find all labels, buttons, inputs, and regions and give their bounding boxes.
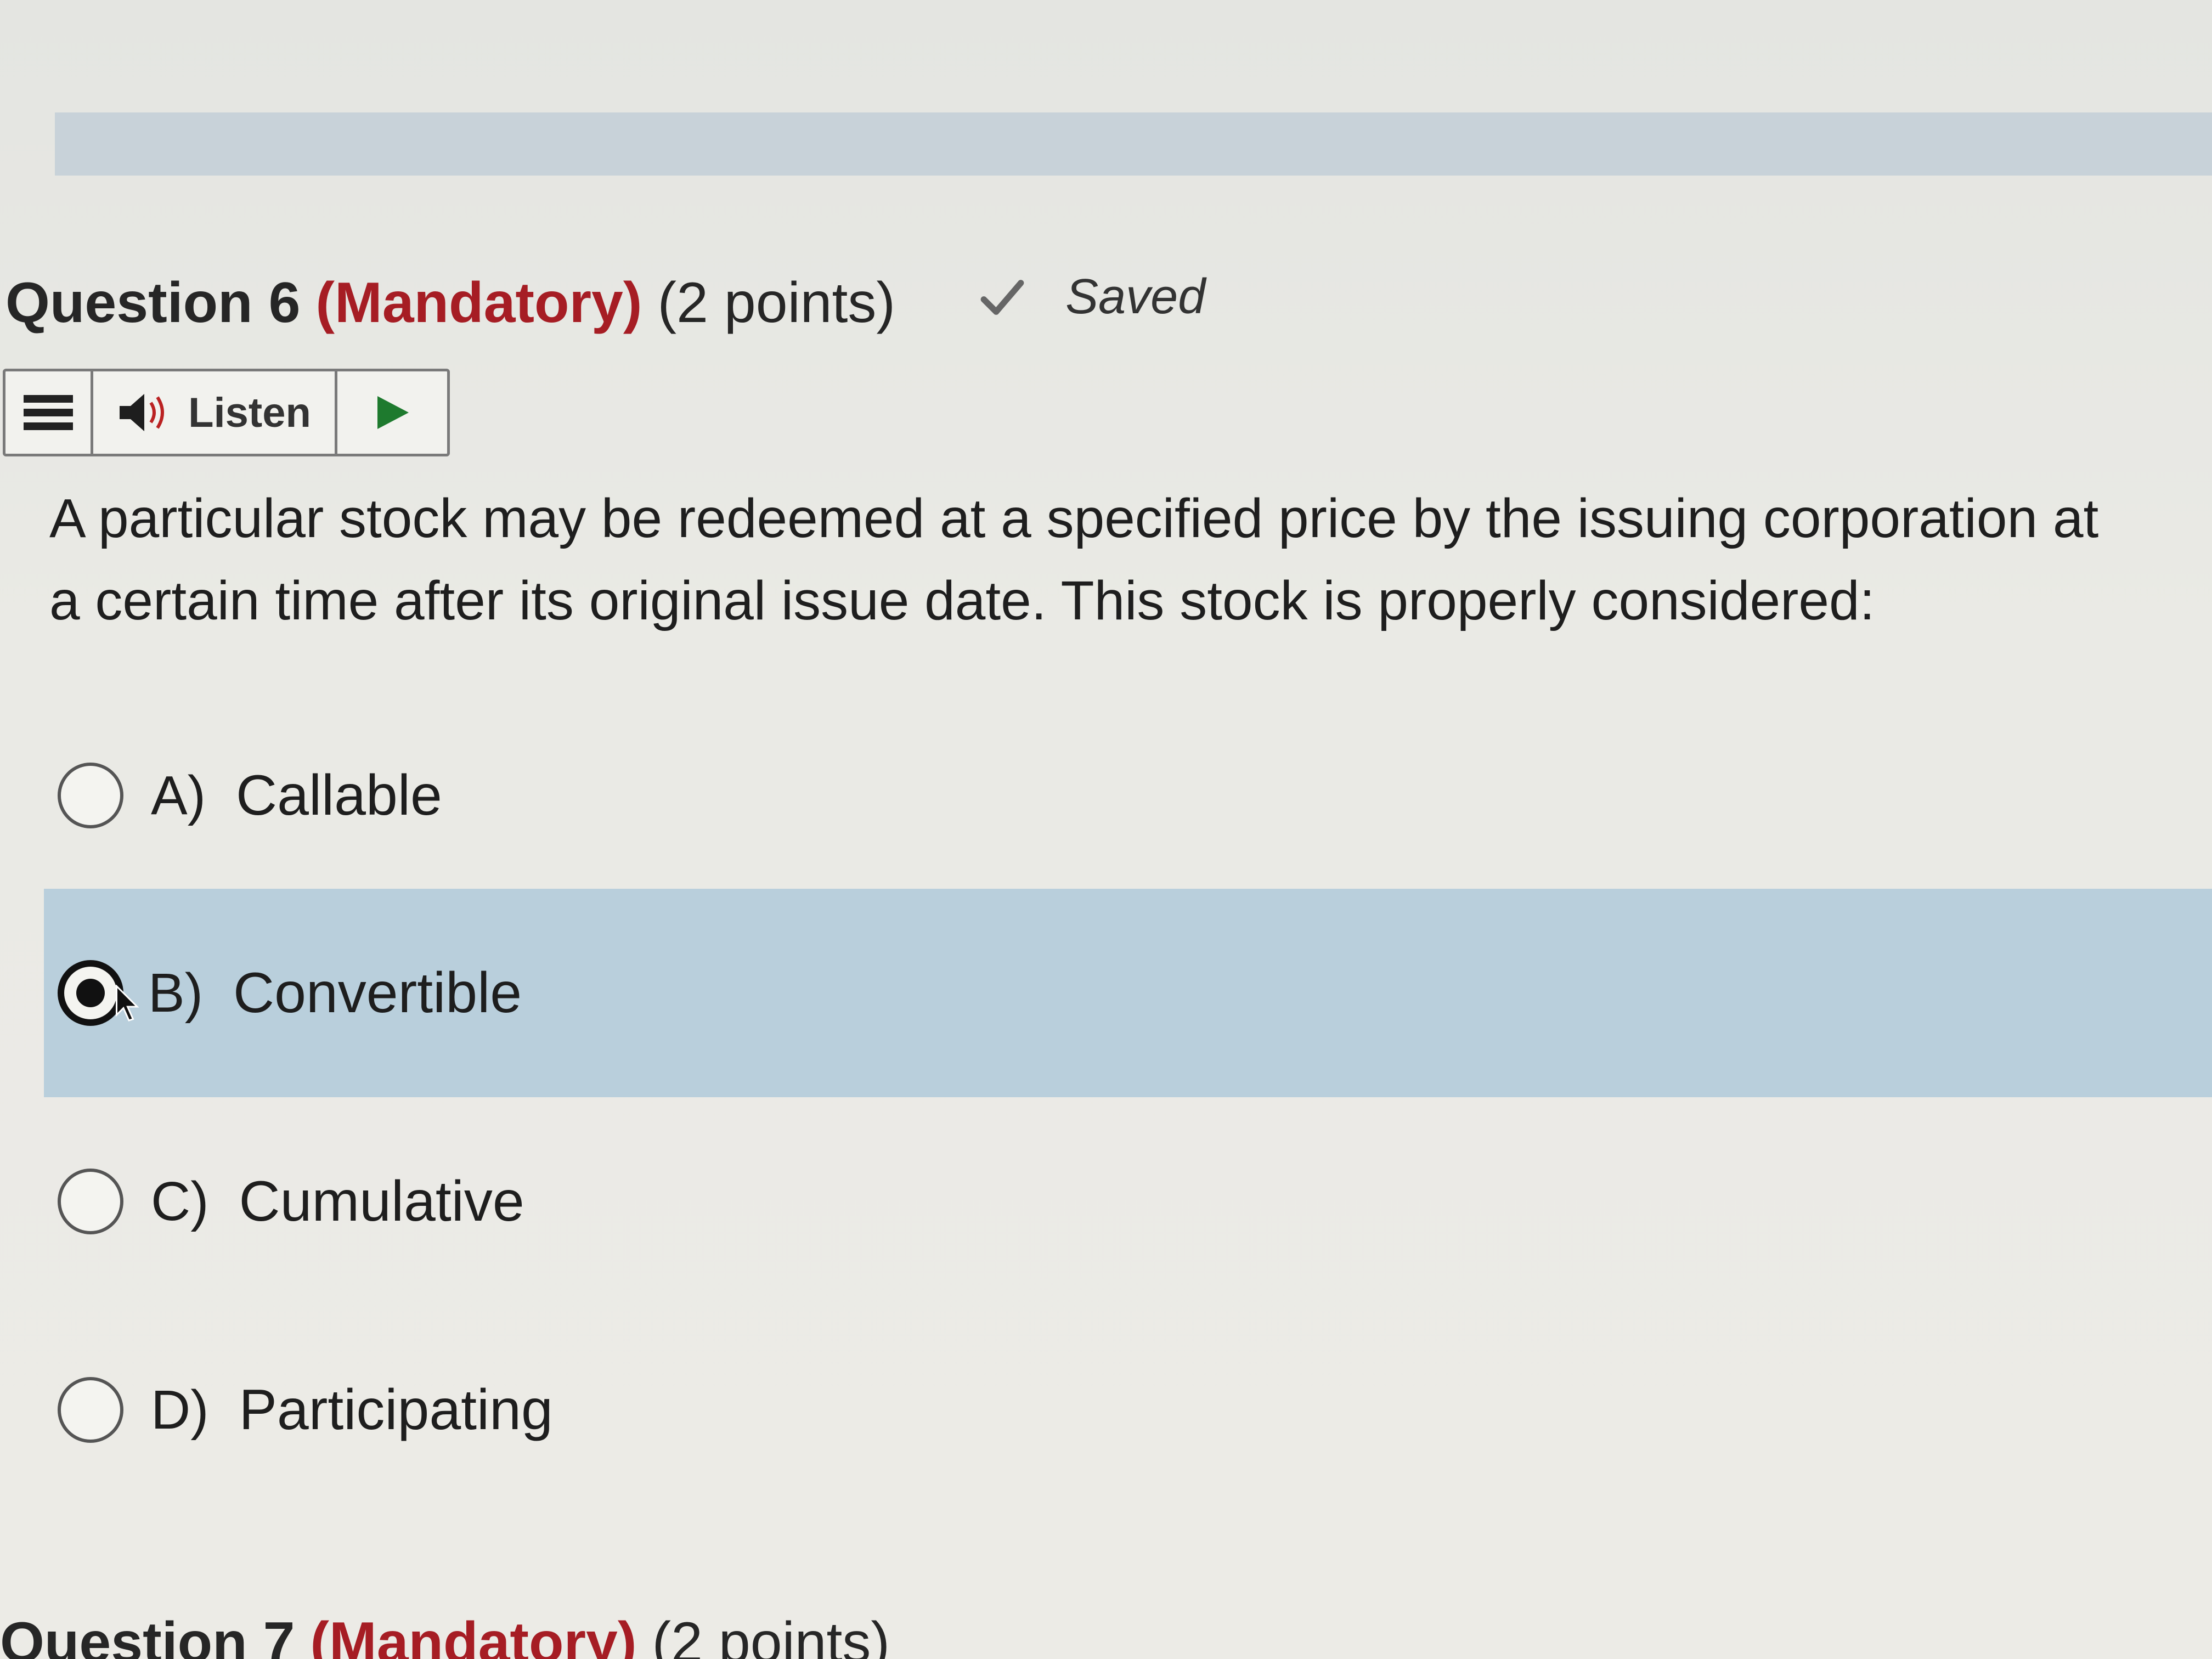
question-header: Question 6 (Mandatory) (2 points) Saved <box>5 269 1205 336</box>
speaker-icon <box>120 394 165 431</box>
question-title: Question 6 <box>5 270 301 335</box>
listen-button[interactable]: Listen <box>93 371 337 454</box>
option-letter: A) <box>151 764 206 826</box>
points-label: (2 points) <box>657 270 896 335</box>
saved-text: Saved <box>1065 269 1206 324</box>
radio-button-a[interactable] <box>58 763 123 828</box>
quiz-page: Question 6 (Mandatory) (2 points) Saved … <box>0 0 2212 1659</box>
option-letter: C) <box>151 1170 209 1232</box>
checkmark-icon <box>980 279 1024 315</box>
previous-question-divider <box>55 112 2212 176</box>
option-text: Convertible <box>233 961 522 1025</box>
play-icon <box>377 396 409 429</box>
next-mandatory-label: (Mandatory) <box>310 1611 637 1659</box>
saved-status: Saved <box>978 269 1205 325</box>
mandatory-label: (Mandatory) <box>315 270 642 335</box>
option-c[interactable]: C) Cumulative <box>44 1097 2212 1306</box>
option-b[interactable]: B) Convertible <box>44 889 2212 1097</box>
option-text: Cumulative <box>239 1169 524 1233</box>
toolbar-menu-button[interactable] <box>5 371 93 454</box>
listen-label: Listen <box>188 389 311 436</box>
question-prompt: A particular stock may be redeemed at a … <box>49 488 2099 631</box>
mouse-pointer-icon <box>116 985 139 1022</box>
option-text: Callable <box>236 763 442 827</box>
radio-button-b[interactable] <box>58 960 123 1026</box>
radio-button-d[interactable] <box>58 1377 123 1443</box>
option-d[interactable]: D) Participating <box>44 1306 2212 1514</box>
option-a[interactable]: A) Callable <box>44 691 2212 900</box>
option-letter: B) <box>148 962 203 1024</box>
next-points-label: (2 points) <box>652 1611 890 1659</box>
radio-button-c[interactable] <box>58 1169 123 1234</box>
next-question-title: Question 7 <box>0 1611 295 1659</box>
option-text: Participating <box>239 1378 553 1442</box>
menu-icon <box>23 395 73 430</box>
next-question-header: Question 7 (Mandatory) (2 points) <box>0 1610 890 1659</box>
play-button[interactable] <box>337 371 447 454</box>
option-letter: D) <box>151 1379 209 1441</box>
readspeaker-toolbar: Listen <box>3 369 450 456</box>
radio-selected-dot <box>76 979 105 1007</box>
